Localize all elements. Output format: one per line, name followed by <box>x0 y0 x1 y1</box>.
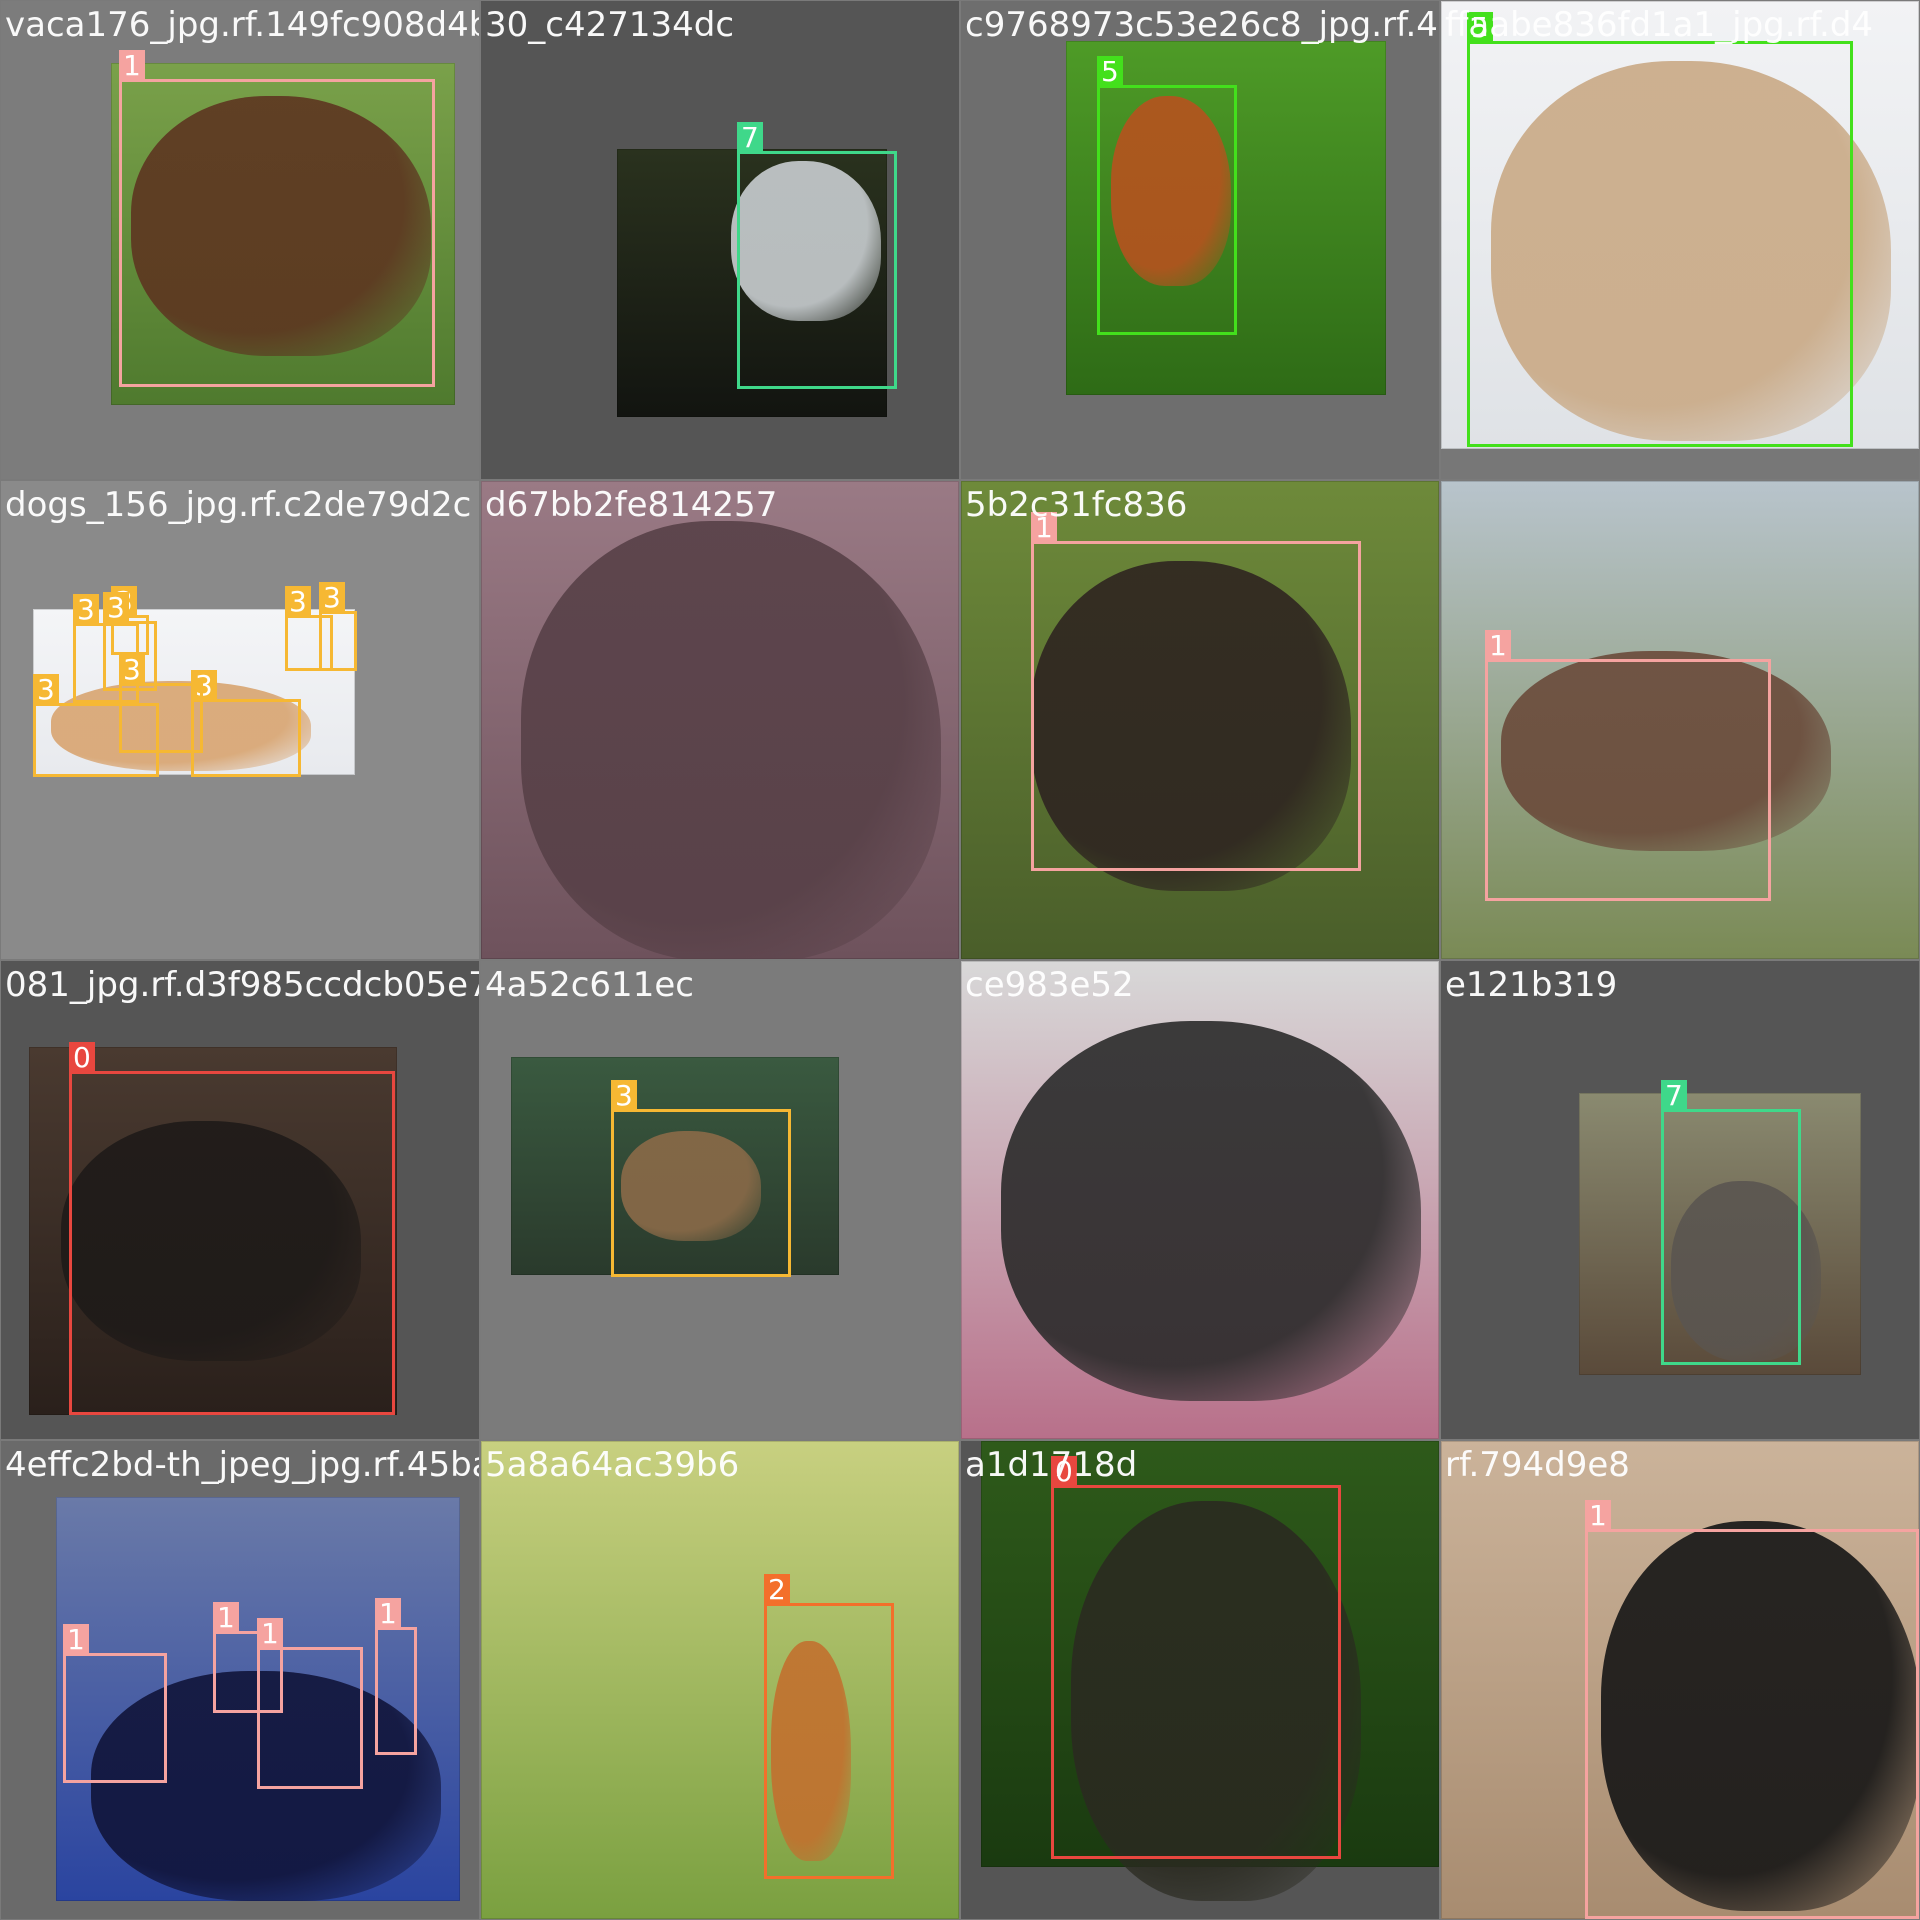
mosaic-tile: 3 4a52c611ec <box>481 961 959 1439</box>
mosaic-grid: 1 vaca176_jpg.rf.149fc908d4b 7 30_c427134dc… <box>0 0 1920 1920</box>
mosaic-tile: 0 a1d1718d <box>961 1441 1439 1919</box>
bounding-box-class-label: 1 <box>1585 1500 1611 1532</box>
bounding-box-class-label: 3 <box>611 1080 637 1112</box>
tile-filename-caption: 4effc2bd-th_jpeg_jpg.rf.45ba <box>5 1445 479 1485</box>
mosaic-tile: 1 rf.794d9e8 <box>1441 1441 1919 1919</box>
tile-filename-caption: c9768973c53e26c8_jpg.rf.4 <box>965 5 1438 45</box>
bounding-box-class-label: 0 <box>1051 1456 1077 1488</box>
tile-filename-caption: vaca176_jpg.rf.149fc908d4b <box>5 5 479 45</box>
animal-shape <box>1001 1021 1421 1401</box>
mosaic-tile: 0 081_jpg.rf.d3f985ccdcb05e7 <box>1 961 479 1439</box>
mosaic-tile: 7 30_c427134dc <box>481 1 959 479</box>
bounding-box-class-label: 3 <box>285 586 311 618</box>
bounding-box-class-label: 1 <box>375 1598 401 1630</box>
bounding-box: 3 <box>319 582 357 671</box>
bounding-box: 3 <box>611 1080 791 1277</box>
bounding-box: 5 <box>1467 12 1853 447</box>
bounding-box: 3 <box>191 670 301 777</box>
mosaic-tile: 5 c9768973c53e26c8_jpg.rf.4 <box>961 1 1439 479</box>
bounding-box-class-label: 7 <box>737 122 763 154</box>
bounding-box: 0 <box>69 1042 395 1415</box>
bounding-box: 2 <box>764 1574 894 1879</box>
bounding-box-class-label: 1 <box>213 1602 239 1634</box>
mosaic-tile: 7 e121b319 <box>1441 961 1919 1439</box>
bounding-box: 1 <box>63 1624 167 1783</box>
bounding-box-class-label: 3 <box>33 674 59 706</box>
mosaic-tile: 2 5a8a64ac39b6 <box>481 1441 959 1919</box>
bounding-box-class-label: 3 <box>119 654 145 686</box>
mosaic-tile: 5 ffaabe836fd1a1_jpg.rf.d4 <box>1441 1 1919 479</box>
tile-filename-caption: e121b319 <box>1445 965 1618 1005</box>
bounding-box-class-label: 1 <box>257 1618 283 1650</box>
bounding-box: 3 <box>119 654 203 753</box>
bounding-box-class-label: 5 <box>1097 56 1123 88</box>
bounding-box-class-label: 3 <box>73 594 99 626</box>
bounding-box: 7 <box>737 122 897 389</box>
bounding-box: 0 <box>1051 1456 1341 1859</box>
bounding-box-class-label: 3 <box>319 582 345 614</box>
bounding-box-class-label: 3 <box>103 592 129 624</box>
tile-filename-caption: 081_jpg.rf.d3f985ccdcb05e7 <box>5 965 479 1005</box>
bounding-box: 1 <box>1585 1500 1919 1919</box>
bounding-box: 1 <box>1031 512 1361 871</box>
bounding-box: 1 <box>375 1598 417 1755</box>
mosaic-tile: ce983e52 <box>961 961 1439 1439</box>
bounding-box: 1 <box>1485 630 1771 901</box>
bounding-box-class-label: 5 <box>1467 12 1493 44</box>
tile-filename-caption: 4a52c611ec <box>485 965 694 1005</box>
mosaic-tile: 1 5b2c31fc836 <box>961 481 1439 959</box>
bounding-box-class-label: 0 <box>69 1042 95 1074</box>
mosaic-tile: d67bb2fe814257 <box>481 481 959 959</box>
bounding-box-class-label: 1 <box>63 1624 89 1656</box>
bounding-box-class-label: 1 <box>119 50 145 82</box>
bounding-box-class-label: 7 <box>1661 1080 1687 1112</box>
mosaic-tile: 33333333dogs_156_jpg.rf.c2de79d2c <box>1 481 479 959</box>
bounding-box-class-label: 1 <box>1485 630 1511 662</box>
tile-filename-caption: dogs_156_jpg.rf.c2de79d2c <box>5 485 472 525</box>
bounding-box: 5 <box>1097 56 1237 335</box>
bounding-box-class-label: 2 <box>764 1574 790 1606</box>
tile-filename-caption: 30_c427134dc <box>485 5 735 45</box>
animal-shape <box>521 521 941 959</box>
mosaic-tile: 1 vaca176_jpg.rf.149fc908d4b <box>1 1 479 479</box>
bounding-box: 1 <box>119 50 435 387</box>
bounding-box-class-label: 1 <box>1031 512 1057 544</box>
bounding-box: 7 <box>1661 1080 1801 1365</box>
mosaic-tile: 1 <box>1441 481 1919 959</box>
bounding-box: 1 <box>257 1618 363 1789</box>
mosaic-tile: 1 1 1 1 4effc2bd-th_jpeg_jpg.rf.45ba <box>1 1441 479 1919</box>
